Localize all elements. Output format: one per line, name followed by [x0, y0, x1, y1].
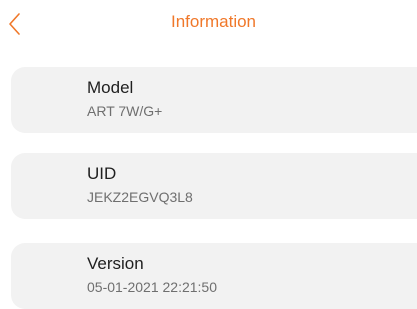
page-title: Information — [170, 12, 257, 31]
header-bar: Information — [0, 0, 417, 48]
model-value: ART 7W/G+ — [87, 103, 163, 119]
uid-value: JEKZ2EGVQ3L8 — [87, 189, 193, 205]
model-card[interactable]: Model ART 7W/G+ — [11, 67, 417, 133]
version-value: 05-01-2021 22:21:50 — [87, 279, 217, 295]
version-label: Version — [87, 254, 144, 273]
uid-card[interactable]: UID JEKZ2EGVQ3L8 — [11, 153, 417, 219]
version-card[interactable]: Version 05-01-2021 22:21:50 — [11, 243, 417, 309]
uid-label: UID — [87, 164, 117, 183]
model-label: Model — [87, 78, 134, 97]
